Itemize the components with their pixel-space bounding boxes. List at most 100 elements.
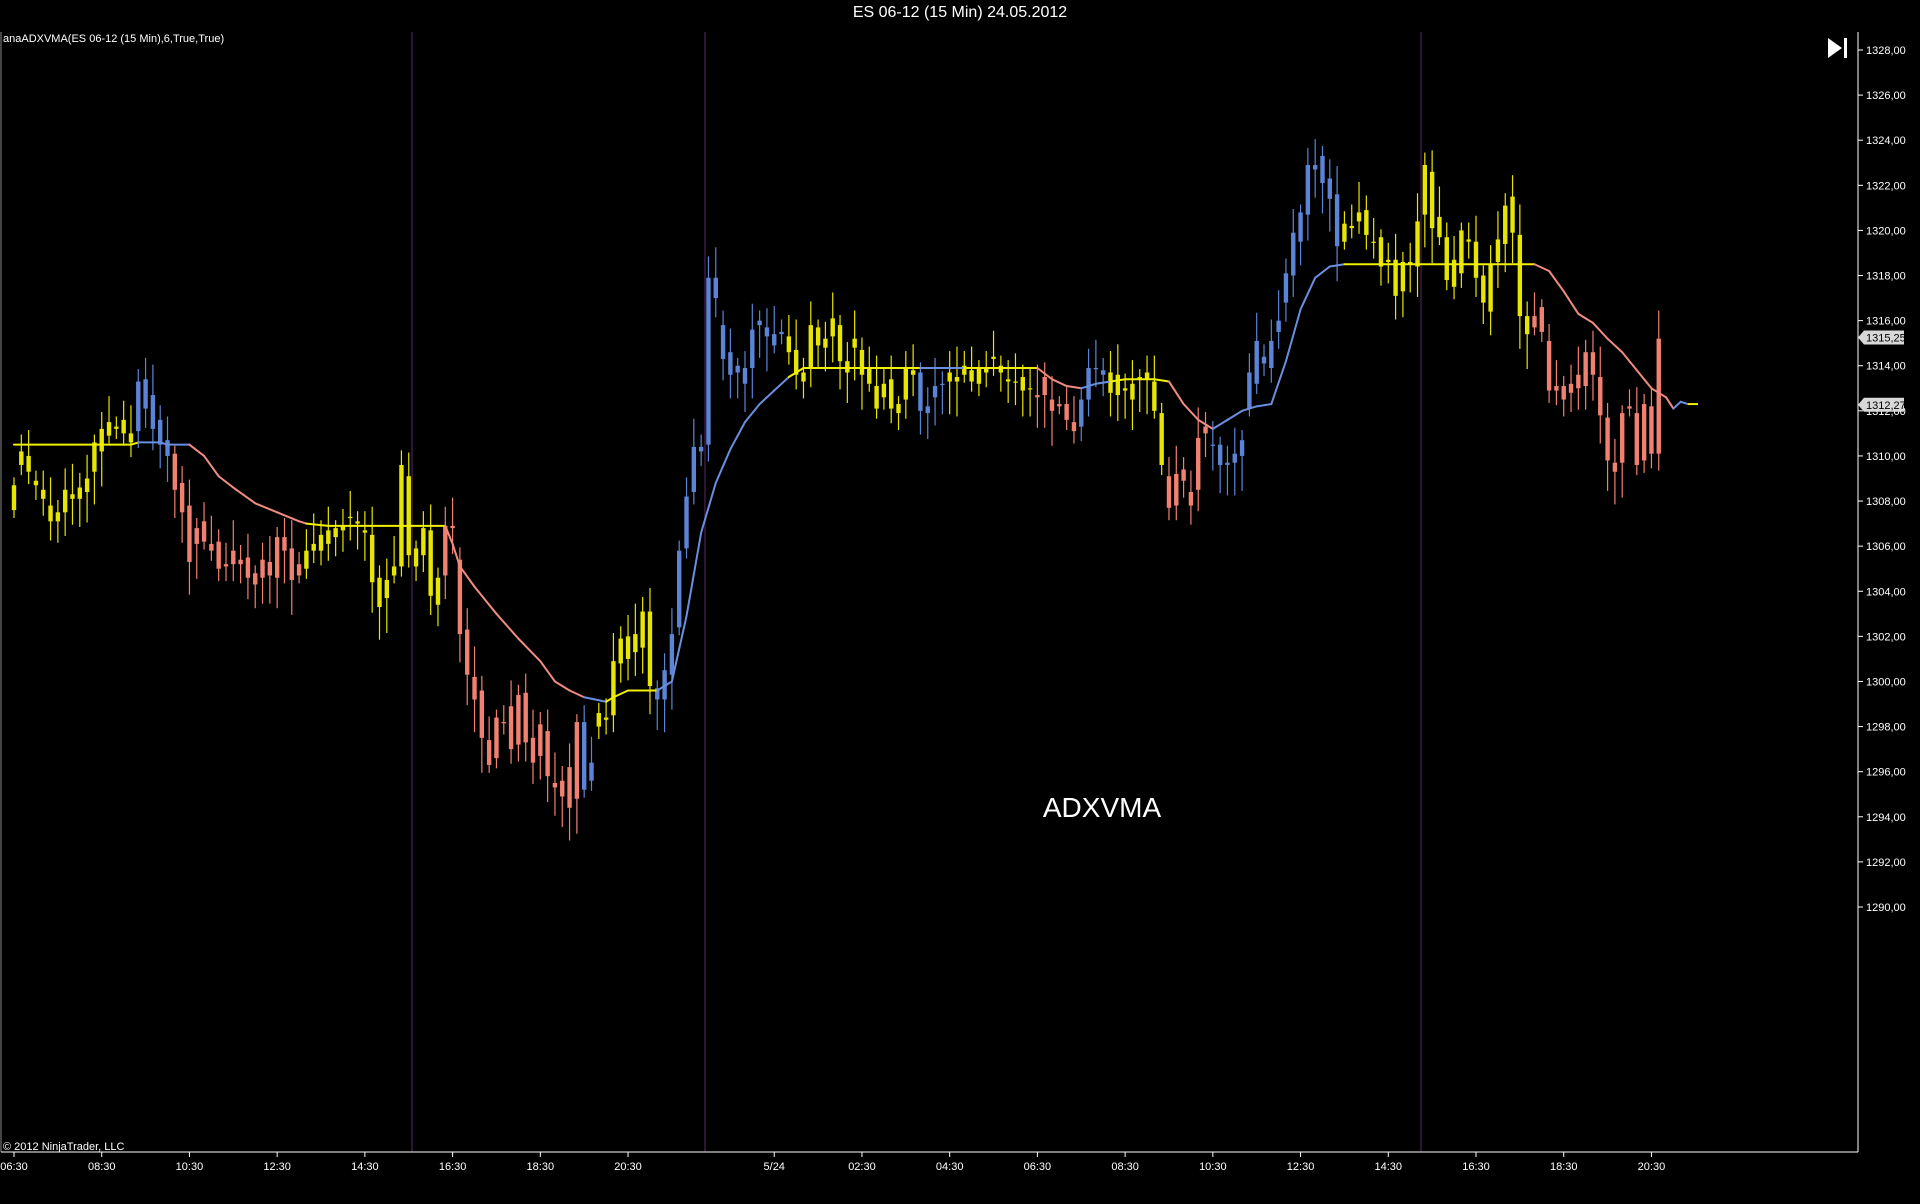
bar-body <box>1254 340 1259 384</box>
bar-body <box>1437 216 1442 238</box>
bar-body <box>143 379 148 409</box>
bar-body <box>1400 261 1406 292</box>
indicator-label: anaADXVMA(ES 06-12 (15 Min),6,True,True) <box>3 33 224 45</box>
bar-body <box>121 419 126 434</box>
bar-body <box>976 367 982 384</box>
bar-body <box>735 365 740 373</box>
bar-body <box>779 331 784 335</box>
bar-body <box>742 367 748 384</box>
bar-body <box>1057 404 1062 407</box>
bar-body <box>1232 453 1237 463</box>
x-tick-label: 08:30 <box>88 1161 116 1173</box>
bar-body <box>377 577 382 608</box>
bar-body <box>969 370 974 382</box>
watermark-text: ADXVMA <box>1043 792 1162 823</box>
chart-area[interactable]: 1290,00 1292,00 1294,00 1296,00 1298,00 1300,… <box>0 26 1920 1199</box>
bar-body <box>1649 406 1654 454</box>
bar-body <box>684 496 689 549</box>
bar-body <box>1627 406 1632 409</box>
bar-body <box>757 320 762 326</box>
bar-body <box>172 453 178 490</box>
bar-body <box>1364 210 1369 235</box>
bar-body <box>1261 356 1267 364</box>
bar-body <box>1276 320 1281 332</box>
bar-body <box>954 377 960 382</box>
bar-body <box>947 372 952 382</box>
bar-body <box>845 361 850 373</box>
bar-body <box>267 561 273 576</box>
x-tick-label: 10:30 <box>1199 1161 1227 1173</box>
bar-body <box>62 489 68 513</box>
bar-body <box>910 370 916 375</box>
bar-body <box>1122 388 1128 391</box>
bar-body <box>903 367 909 400</box>
bar-body <box>450 525 455 529</box>
bar-body <box>1203 426 1208 434</box>
bar-body <box>1371 241 1376 243</box>
bar-body <box>1546 340 1552 391</box>
bar-body <box>552 782 558 788</box>
bar-body <box>1415 221 1420 267</box>
bar-body <box>625 636 631 659</box>
bar-body <box>413 548 419 567</box>
y-tick-label: 1328,00 <box>1866 45 1906 57</box>
bar-body <box>355 521 360 524</box>
bar-body <box>677 550 682 628</box>
bar-body <box>1130 383 1135 400</box>
bar-body <box>26 455 31 472</box>
bar-body <box>304 550 309 569</box>
bar-body <box>501 722 506 724</box>
y-tick-label: 1290,00 <box>1866 902 1906 914</box>
bar-body <box>70 494 75 499</box>
bar-body <box>472 676 477 700</box>
bar-body <box>560 780 565 797</box>
bar-body <box>596 713 601 727</box>
bar-body <box>457 559 463 635</box>
bar-body <box>1320 155 1325 184</box>
bar-body <box>128 433 134 443</box>
x-tick-label: 08:30 <box>1111 1161 1139 1173</box>
y-tick-label: 1292,00 <box>1866 857 1906 869</box>
bar-body <box>435 577 441 605</box>
bar-body <box>136 381 141 432</box>
bar-body <box>179 483 185 513</box>
bar-body <box>1174 473 1179 506</box>
bar-body <box>1620 413 1625 463</box>
bar-body <box>589 762 594 781</box>
bar-body <box>698 446 704 452</box>
bar-body <box>231 550 236 565</box>
bar-body <box>1524 316 1530 335</box>
bar-body <box>881 383 887 398</box>
bar-body <box>837 325 843 362</box>
bar-body <box>538 724 543 756</box>
bar-body <box>1568 383 1574 393</box>
bar-body <box>750 329 755 368</box>
bar-body <box>1035 395 1040 398</box>
bar-body <box>823 338 828 348</box>
y-tick-label: 1310,00 <box>1866 451 1906 463</box>
x-tick-label: 16:30 <box>1462 1161 1490 1173</box>
bar-body <box>691 446 697 493</box>
x-tick-label: 18:30 <box>1550 1161 1578 1173</box>
bar-body <box>1291 232 1296 276</box>
bar-body <box>574 722 580 799</box>
skip-to-end-icon[interactable] <box>1824 34 1852 62</box>
bar-body <box>720 325 726 359</box>
ma-value-tag: 1312,27 <box>1858 397 1906 412</box>
bar-body <box>1283 273 1289 303</box>
bar-body <box>1429 171 1435 229</box>
bar-body <box>1554 386 1559 391</box>
bar-body <box>1166 476 1172 508</box>
bar-body <box>867 367 872 384</box>
bar-body <box>406 476 411 556</box>
bar-body <box>216 541 221 569</box>
bar-body <box>494 717 499 759</box>
bar-body <box>92 442 97 472</box>
bar-body <box>1013 381 1018 383</box>
bar-body <box>1378 237 1384 267</box>
bar-body <box>1656 338 1661 454</box>
bar-body <box>19 451 24 465</box>
candlestick-chart[interactable]: 1290,00 1292,00 1294,00 1296,00 1298,00 1300,… <box>0 26 1920 1199</box>
bar-body <box>1612 462 1618 472</box>
x-tick-label: 20:30 <box>614 1161 642 1173</box>
